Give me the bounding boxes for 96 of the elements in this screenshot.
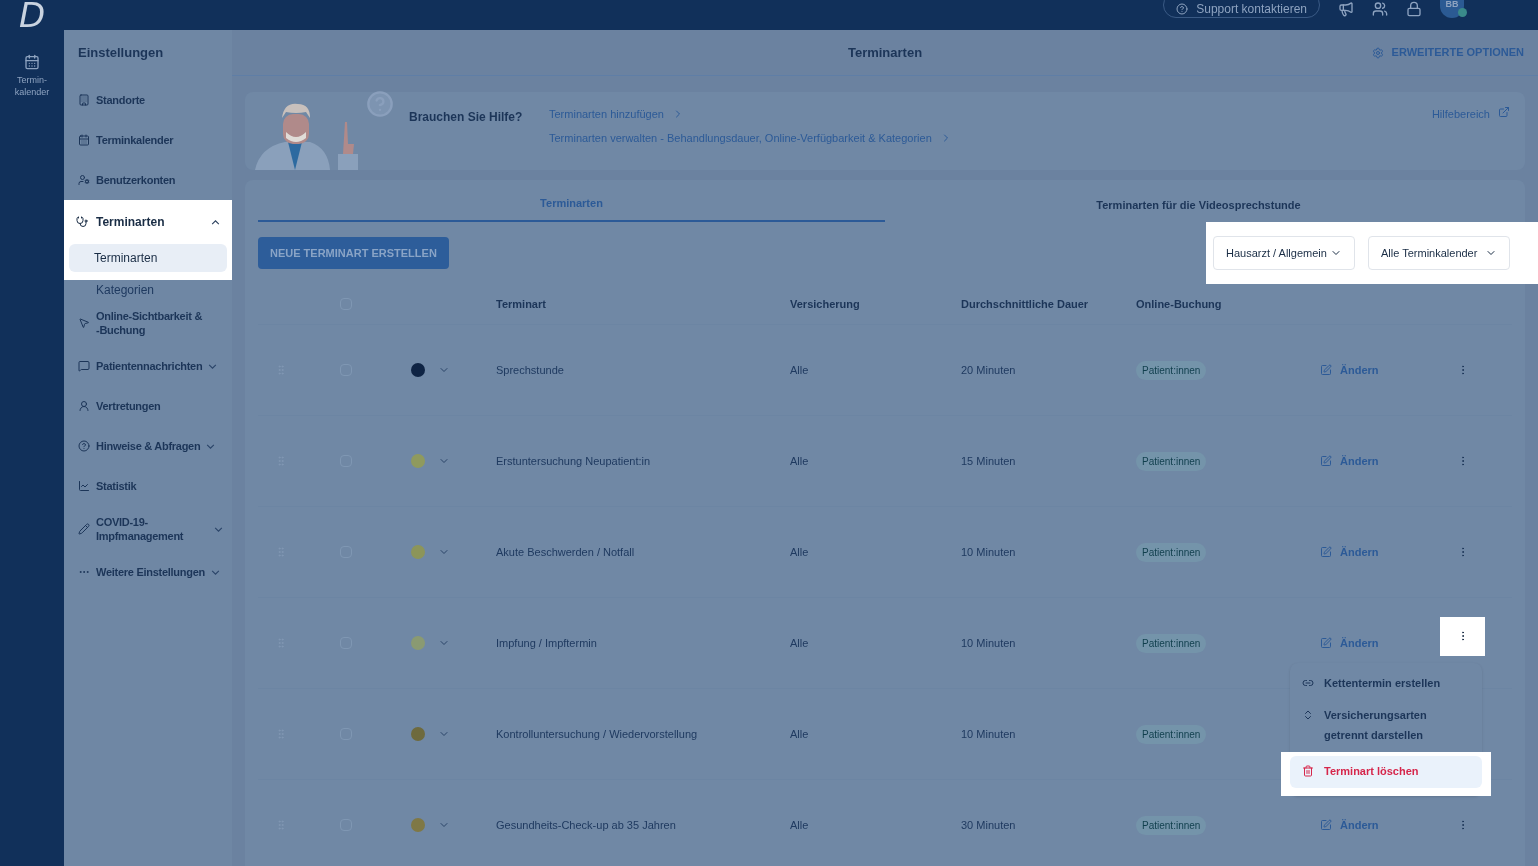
- building-icon: [78, 94, 90, 106]
- sidebar-item[interactable]: Vertretungen: [64, 386, 232, 426]
- edit-icon: [1320, 637, 1332, 649]
- page-title: Terminarten: [847, 43, 923, 62]
- chevron-up-icon: [211, 219, 220, 225]
- table-cell-text: Erstuntersuchung Neupatient:in: [496, 453, 651, 469]
- stethoscope-icon: [76, 216, 88, 228]
- booking-tag: Patient:innen: [1136, 360, 1207, 380]
- menu-item[interactable]: Terminart löschen: [1290, 756, 1482, 788]
- up-down-icon: [1302, 709, 1314, 721]
- table-cell-text: Alle: [790, 726, 809, 742]
- link-icon: [1302, 677, 1314, 689]
- booking-tag: Patient:innen: [1136, 724, 1207, 744]
- pointer-icon: [78, 317, 90, 329]
- edit-icon: [1320, 819, 1332, 831]
- edit-link[interactable]: Ändern: [1320, 634, 1379, 652]
- help-link[interactable]: Terminarten hinzufügen: [549, 106, 952, 123]
- help-icon: [1176, 3, 1189, 15]
- help-link[interactable]: Terminarten verwalten - Behandlungsdauer, Online-Verfügbarkeit & Kategorien: [549, 129, 952, 146]
- edit-icon: [1320, 455, 1332, 467]
- table-cell-text: Alle: [790, 635, 809, 651]
- table-cell-text: Alle: [790, 362, 809, 378]
- help-icon: [78, 440, 90, 452]
- table-cell-text: 15 Minuten: [961, 453, 1016, 469]
- column-header: Online-Buchung: [1136, 296, 1222, 312]
- edit-link[interactable]: Ändern: [1320, 543, 1379, 561]
- booking-tag: Patient:innen: [1136, 815, 1207, 835]
- trash-icon: [1302, 765, 1314, 777]
- question-bubble-icon: [366, 90, 394, 118]
- table-cell-text: Kontrolluntersuchung / Wiedervorstellung: [496, 726, 698, 742]
- help-title: Brauchen Sie Hilfe?: [409, 109, 524, 126]
- chevron-down-icon: [210, 569, 220, 575]
- sidebar-item[interactable]: Terminarten: [64, 200, 232, 244]
- menu-item[interactable]: Kettentermin erstellen: [1290, 668, 1482, 700]
- pencil-icon: [78, 523, 90, 535]
- chevron-down-icon: [208, 363, 218, 369]
- column-header: Versicherung: [790, 296, 860, 312]
- edit-icon: [1320, 546, 1332, 558]
- edit-link[interactable]: Ändern: [1320, 361, 1379, 379]
- table-cell-text: 30 Minuten: [961, 817, 1016, 833]
- sidebar-item[interactable]: Hinweise & Abfragen: [64, 426, 232, 466]
- filter-dropdown[interactable]: Hausarzt / Allgemein: [1213, 236, 1355, 270]
- edit-link[interactable]: Ändern: [1320, 816, 1379, 834]
- booking-tag: Patient:innen: [1136, 633, 1207, 653]
- table-cell-text: Akute Beschwerden / Notfall: [496, 544, 635, 560]
- menu-item[interactable]: Versicherungsarten getrennt darstellen: [1290, 700, 1482, 752]
- sidebar-subitem[interactable]: Kategorien: [64, 280, 232, 300]
- help-center-link[interactable]: Hilfebereich: [1431, 106, 1510, 122]
- users-icon[interactable]: [1372, 1, 1388, 17]
- sidebar-item[interactable]: Benutzerkonten: [64, 160, 232, 200]
- calendar-icon: [78, 134, 90, 146]
- table-cell-text: Sprechstunde: [496, 362, 564, 378]
- chat-icon: [78, 360, 90, 372]
- calendar-icon: [24, 54, 40, 70]
- sidebar-subitem[interactable]: Terminarten: [69, 244, 227, 272]
- table-cell-text: 10 Minuten: [961, 726, 1016, 742]
- open-menu-button[interactable]: [1440, 616, 1485, 656]
- app-logo[interactable]: D: [18, 0, 46, 30]
- sidebar-item[interactable]: Patientennachrichten: [64, 346, 232, 386]
- user-gear-icon: [78, 174, 90, 186]
- column-header: Durchschnittliche Dauer: [961, 296, 1089, 312]
- table-cell-text: Alle: [790, 544, 809, 560]
- megaphone-icon[interactable]: [1338, 1, 1354, 17]
- lock-icon[interactable]: [1406, 1, 1422, 17]
- table-cell-text: Gesundheits-Check-up ab 35 Jahren: [496, 817, 676, 833]
- chevron-down-icon: [214, 526, 223, 532]
- filter-dropdown[interactable]: Alle Terminkalender: [1368, 236, 1510, 270]
- tab[interactable]: Terminarten: [258, 180, 885, 222]
- create-button[interactable]: NEUE TERMINART ERSTELLEN: [258, 237, 449, 269]
- rail-item[interactable]: Termin-kalender: [6, 54, 58, 98]
- sidebar-item[interactable]: Online-Sichtbarkeit & -Buchung: [64, 300, 232, 346]
- sidebar-item[interactable]: Weitere Einstellungen: [64, 552, 232, 592]
- external-link-icon: [1498, 106, 1510, 118]
- table-cell-text: Alle: [790, 453, 809, 469]
- table-cell-text: 10 Minuten: [961, 544, 1016, 560]
- sidebar-item[interactable]: Statistik: [64, 466, 232, 506]
- advanced-options-button[interactable]: ERWEITERTE OPTIONEN: [1371, 44, 1524, 61]
- booking-tag: Patient:innen: [1136, 451, 1207, 471]
- user-avatar[interactable]: BB: [1440, 0, 1464, 18]
- column-header: Terminart: [496, 296, 546, 312]
- sidebar-title: Einstellungen: [78, 44, 164, 63]
- table-cell-text: 10 Minuten: [961, 635, 1016, 651]
- sidebar-item[interactable]: Terminkalender: [64, 120, 232, 160]
- booking-tag: Patient:innen: [1136, 542, 1207, 562]
- chevron-down-icon: [206, 443, 216, 449]
- line-chart-icon: [78, 480, 90, 492]
- table-cell-text: Impfung / Impftermin: [496, 635, 597, 651]
- tab[interactable]: Terminarten für die Videosprechstunde: [885, 180, 1512, 222]
- settings-icon: [1371, 46, 1384, 59]
- edit-link[interactable]: Ändern: [1320, 452, 1379, 470]
- table-cell-text: 20 Minuten: [961, 362, 1016, 378]
- edit-icon: [1320, 364, 1332, 376]
- sidebar-item[interactable]: Standorte: [64, 80, 232, 120]
- table-cell-text: Alle: [790, 817, 809, 833]
- person-icon: [78, 400, 90, 412]
- sidebar-item[interactable]: COVID-19-Impfmanagement: [64, 506, 232, 552]
